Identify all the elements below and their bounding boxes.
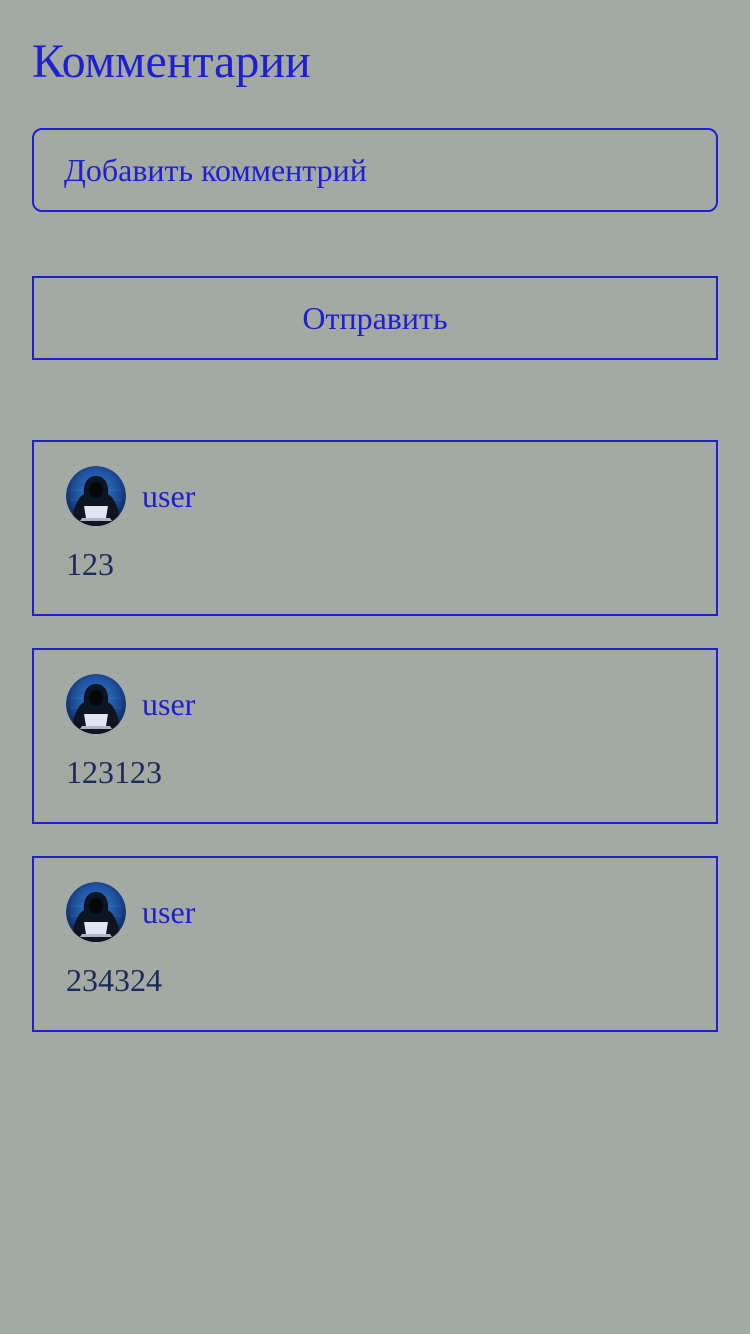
comment-text: 123123 bbox=[66, 754, 162, 790]
comment-username: user bbox=[142, 478, 196, 514]
comment-username: user bbox=[142, 894, 196, 930]
comment-header: user bbox=[66, 882, 195, 942]
comment-input[interactable] bbox=[32, 128, 718, 212]
page-title: Комментарии bbox=[32, 35, 311, 88]
send-button[interactable]: Отправить bbox=[32, 276, 718, 360]
comment-text: 123 bbox=[66, 546, 114, 582]
comments-list: user 123 user 123123 user 234324 bbox=[32, 440, 718, 1064]
comment-card: user 234324 bbox=[32, 856, 718, 1032]
hooded-hacker-avatar-icon bbox=[66, 466, 126, 526]
comment-card: user 123 bbox=[32, 440, 718, 616]
comment-card: user 123123 bbox=[32, 648, 718, 824]
comment-header: user bbox=[66, 674, 195, 734]
comment-text: 234324 bbox=[66, 962, 162, 998]
comment-header: user bbox=[66, 466, 195, 526]
hooded-hacker-avatar-icon bbox=[66, 674, 126, 734]
comment-username: user bbox=[142, 686, 196, 722]
hooded-hacker-avatar-icon bbox=[66, 882, 126, 942]
